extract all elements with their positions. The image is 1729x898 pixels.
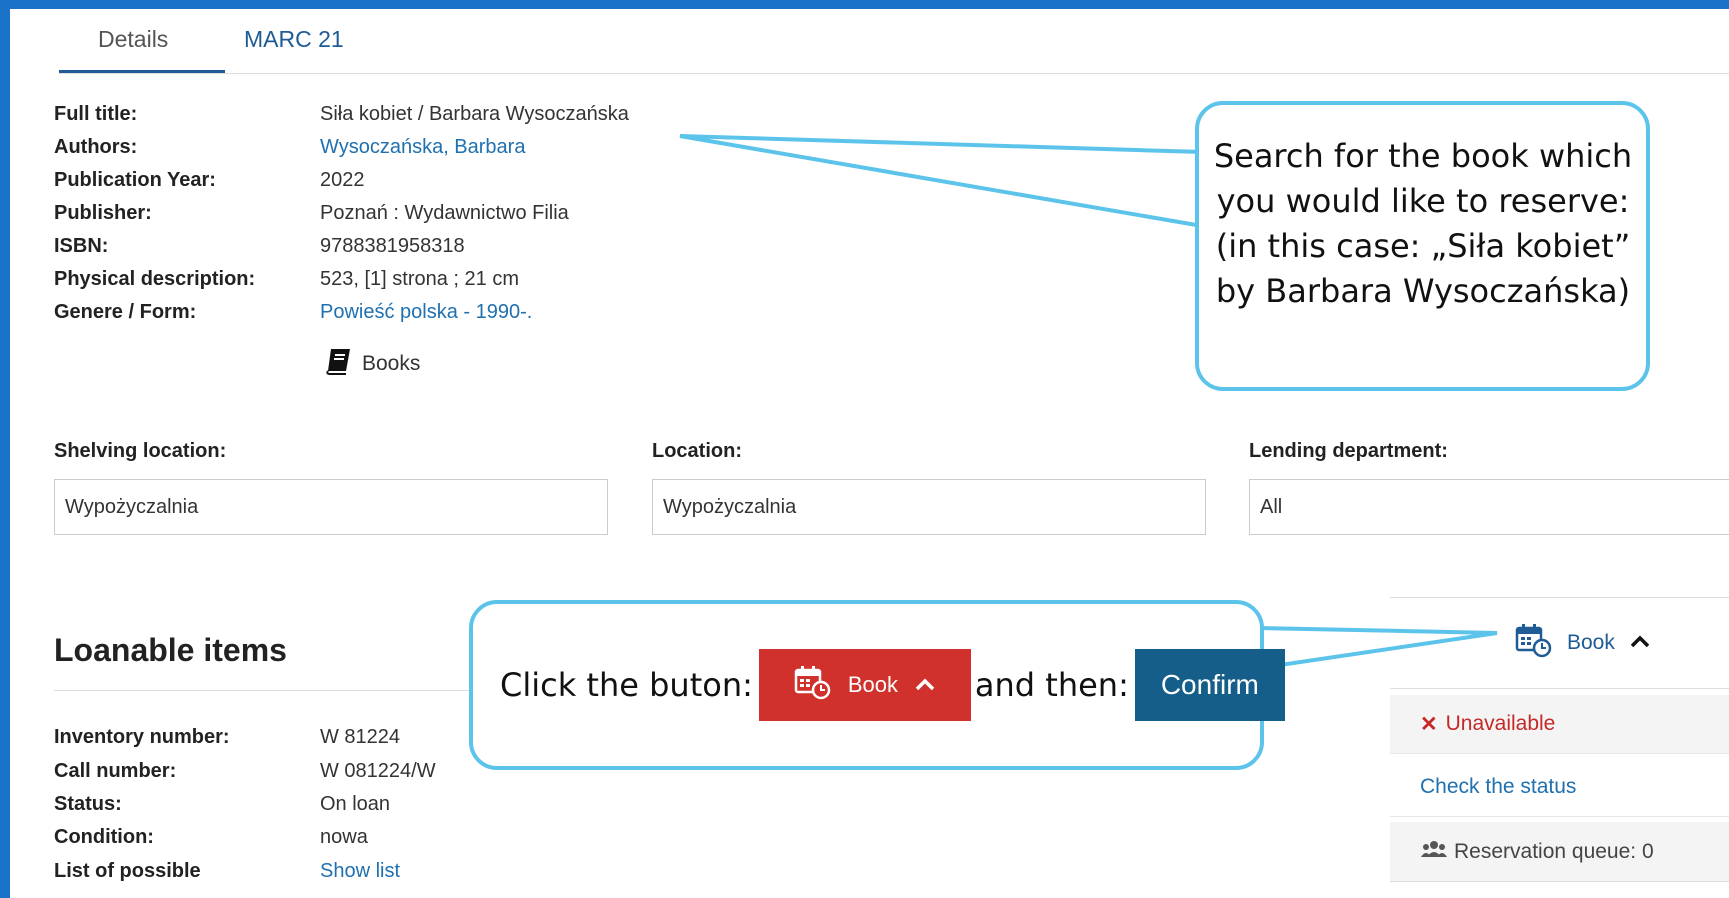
physical-value: 523, [1] strona ; 21 cm xyxy=(320,268,519,290)
callout-click-content: Click the buton: Book and then: Confirm xyxy=(500,648,1285,722)
publisher-value: Poznań : Wydawnictwo Filia xyxy=(320,202,569,224)
call-number-value: W 081224/W xyxy=(320,760,436,782)
book-button-example: Book xyxy=(758,649,971,721)
condition-label: Condition: xyxy=(54,826,154,848)
shelving-select[interactable]: Wypożyczalnia xyxy=(54,479,608,535)
year-label: Publication Year: xyxy=(54,169,216,191)
condition-value: nowa xyxy=(320,826,368,848)
isbn-label: ISBN: xyxy=(54,235,109,257)
reservation-queue-label: Reservation queue: 0 xyxy=(1454,839,1654,863)
lending-select[interactable]: All xyxy=(1249,479,1729,535)
chevron-up-icon xyxy=(914,672,936,698)
callout-click-text: Click the buton: xyxy=(500,666,753,704)
availability-status: ✕ Unavailable xyxy=(1390,695,1729,754)
material-type: Books xyxy=(324,346,420,382)
isbn-value: 9788381958318 xyxy=(320,235,465,257)
genre-link[interactable]: Powieść polska - 1990-. xyxy=(320,301,532,324)
book-icon xyxy=(324,346,354,382)
close-icon: ✕ xyxy=(1420,712,1438,736)
tab-details[interactable]: Details xyxy=(98,26,168,53)
users-icon xyxy=(1420,839,1448,865)
callout-search-pointer xyxy=(679,134,1204,229)
status-label: Status: xyxy=(54,793,122,815)
calendar-clock-icon xyxy=(1515,622,1553,664)
page-frame: Details MARC 21 Full title: Siła kobiet … xyxy=(10,0,1729,898)
possible-list-label: List of possible xyxy=(54,860,201,882)
location-label: Location: xyxy=(652,440,742,462)
unavailable-label: Unavailable xyxy=(1445,712,1556,735)
genre-label: Genere / Form: xyxy=(54,301,197,323)
year-value: 2022 xyxy=(320,169,365,191)
full-title-value: Siła kobiet / Barbara Wysoczańska xyxy=(320,103,629,125)
book-toggle-button[interactable]: Book xyxy=(1390,597,1729,689)
publisher-label: Publisher: xyxy=(54,202,152,224)
loanable-items-heading: Loanable items xyxy=(54,632,287,668)
author-link[interactable]: Wysoczańska, Barbara xyxy=(320,136,525,159)
full-title-label: Full title: xyxy=(54,103,138,125)
inventory-label: Inventory number: xyxy=(54,726,230,748)
shelving-label: Shelving location: xyxy=(54,440,227,462)
status-value: On loan xyxy=(320,793,391,815)
inventory-value: W 81224 xyxy=(320,726,401,748)
confirm-button-example: Confirm xyxy=(1134,649,1285,721)
show-list-link[interactable]: Show list xyxy=(320,860,400,883)
authors-label: Authors: xyxy=(54,136,138,158)
check-status-link[interactable]: Check the status xyxy=(1390,758,1729,817)
book-button-example-label: Book xyxy=(847,672,898,697)
callout-then-text: and then: xyxy=(974,666,1129,704)
tabs-divider xyxy=(59,73,1729,74)
material-type-label: Books xyxy=(362,352,421,375)
callout-search-text: Search for the book which you would like… xyxy=(1213,137,1633,310)
calendar-clock-icon xyxy=(794,664,832,706)
call-number-label: Call number: xyxy=(54,760,177,782)
chevron-up-icon xyxy=(1629,631,1651,655)
book-toggle-label: Book xyxy=(1567,631,1615,654)
tab-marc21[interactable]: MARC 21 xyxy=(244,26,344,53)
physical-label: Physical description: xyxy=(54,268,256,290)
lending-label: Lending department: xyxy=(1249,440,1448,462)
reservation-queue: Reservation queue: 0 xyxy=(1390,822,1729,882)
location-select[interactable]: Wypożyczalnia xyxy=(652,479,1206,535)
